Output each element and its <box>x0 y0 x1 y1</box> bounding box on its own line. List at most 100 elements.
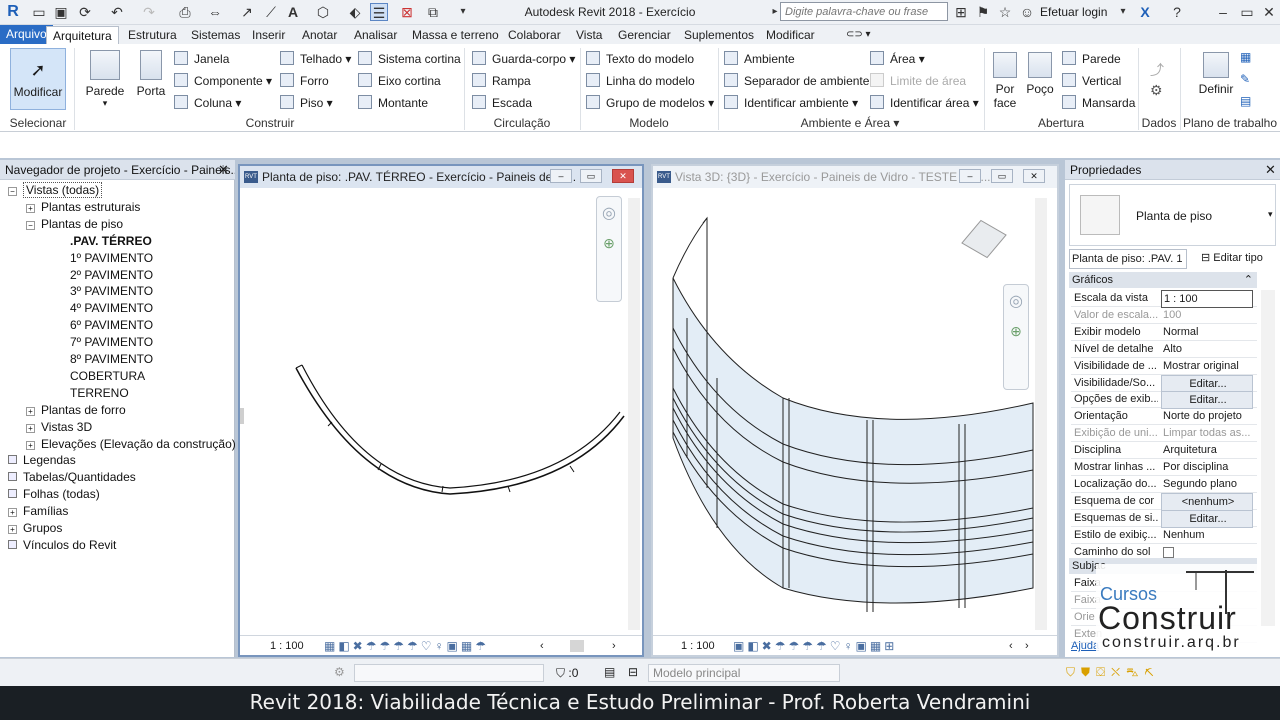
tab-arquitetura[interactable]: Arquitetura <box>46 26 119 44</box>
tree-item[interactable]: Legendas <box>8 452 76 469</box>
property-value[interactable]: Mostrar original <box>1161 358 1253 374</box>
search-input[interactable] <box>780 2 948 21</box>
property-value[interactable]: <nenhum> <box>1161 492 1253 511</box>
tab-arquivo[interactable]: Arquivo <box>0 25 53 44</box>
3d-vertical-scrollbar[interactable] <box>1035 198 1047 630</box>
wall-opening-button[interactable]: Parede <box>1062 49 1121 69</box>
property-row[interactable]: Localização do... Segundo plano <box>1071 476 1257 493</box>
zoom-icon[interactable]: ⊕ <box>1004 323 1028 340</box>
expand-icon[interactable]: + <box>26 406 35 416</box>
model-line-button[interactable]: Linha do modelo <box>586 71 695 91</box>
property-row[interactable]: Escala da vista 1 : 100 <box>1071 290 1257 308</box>
tree-item[interactable]: 2º PAVIMENTO <box>64 267 153 284</box>
tree-item[interactable]: Vínculos do Revit <box>8 537 116 554</box>
room-separator-button[interactable]: Separador de ambiente <box>724 71 869 91</box>
tab-colaborar[interactable]: Colaborar <box>502 26 567 44</box>
tab-estrutura[interactable]: Estrutura <box>122 26 183 44</box>
communication-center-icon[interactable]: ⚑ <box>974 3 992 21</box>
property-row[interactable]: Esquema de cor <nenhum> <box>1071 492 1257 511</box>
dimension-icon[interactable]: ↗ <box>238 3 256 21</box>
tree-item[interactable]: + Elevações (Elevação da construção) <box>26 436 236 453</box>
tab-modificar[interactable]: Modificar <box>760 26 821 44</box>
restore-icon[interactable]: ▭ <box>1238 3 1256 21</box>
plan-scroll-left-icon[interactable]: ‹ <box>540 636 544 656</box>
expand-icon[interactable]: + <box>8 525 17 534</box>
view-cube[interactable] <box>961 219 1007 260</box>
exchange-apps-icon[interactable]: X <box>1136 3 1154 21</box>
railing-button[interactable]: Guarda-corpo ▾ <box>472 49 575 69</box>
ribbon-options-icon[interactable]: ⊂⊃ ▾ <box>840 26 877 44</box>
plan-vertical-scrollbar[interactable] <box>628 198 640 630</box>
level-icon[interactable]: ⤴ <box>1150 60 1164 80</box>
property-row[interactable]: Visibilidade de ... Mostrar original <box>1071 358 1257 375</box>
viewer-icon[interactable]: ▤ <box>1240 94 1251 108</box>
area-boundary-button[interactable]: Limite de área <box>870 71 966 91</box>
tree-item[interactable]: Folhas (todas) <box>8 486 100 503</box>
3d-view-window[interactable]: RVT Vista 3D: {3D} - Exercício - Paineis… <box>651 164 1059 657</box>
property-row[interactable]: Nível de detalhe Alto <box>1071 341 1257 358</box>
properties-help-link[interactable]: Ajuda <box>1071 640 1099 652</box>
plan-view-controls-icon[interactable]: ▦◧✖☂☂☂☂♡♀▣▦☂ <box>324 636 489 656</box>
plan-close-icon[interactable]: ✕ <box>612 169 634 183</box>
plan-scale[interactable]: 1 : 100 <box>270 636 304 656</box>
binoculars-icon[interactable]: ⊞ <box>952 3 970 21</box>
tree-item[interactable]: + Famílias <box>8 503 68 520</box>
property-value[interactable]: 100 <box>1161 307 1253 323</box>
curtain-grid-button[interactable]: Eixo cortina <box>358 71 441 91</box>
collapse-icon[interactable]: − <box>26 220 35 230</box>
expand-icon[interactable]: + <box>8 508 17 518</box>
mullion-button[interactable]: Montante <box>358 93 428 113</box>
property-value[interactable]: 1 : 100 <box>1161 290 1253 308</box>
3d-scroll-left-icon[interactable]: ‹ <box>1009 636 1013 656</box>
property-value[interactable]: Limpar todas as... <box>1161 425 1253 441</box>
text-icon[interactable]: A <box>284 3 302 21</box>
room-area-panel-title[interactable]: Ambiente e Área ▾ <box>720 116 980 130</box>
property-row[interactable]: Opções de exib... Editar... <box>1071 391 1257 410</box>
edit-type-button[interactable]: ⊟ Editar tipo <box>1201 249 1263 269</box>
tab-analisar[interactable]: Analisar <box>348 26 403 44</box>
3d-minimize-icon[interactable]: – <box>959 169 981 183</box>
user-icon[interactable]: ☺ <box>1018 3 1036 21</box>
3d-view-icon[interactable]: ⬡ <box>314 3 332 21</box>
plan-minimize-icon[interactable]: – <box>550 169 572 183</box>
close-browser-icon[interactable]: ✕ <box>218 162 229 178</box>
tab-massa[interactable]: Massa e terreno <box>406 26 505 44</box>
tree-item[interactable]: − Plantas de piso <box>26 216 123 233</box>
tab-suplementos[interactable]: Suplementos <box>678 26 760 44</box>
ref-plane-icon[interactable]: ✎ <box>1240 72 1250 86</box>
property-row[interactable]: Orientação Norte do projeto <box>1071 408 1257 426</box>
redo-icon[interactable]: ↷ <box>140 3 158 21</box>
component-button[interactable]: Componente ▾ <box>174 71 272 91</box>
floor-button[interactable]: Piso ▾ <box>280 93 333 113</box>
property-value[interactable]: Normal <box>1161 324 1253 340</box>
property-value[interactable]: Arquitetura <box>1161 442 1253 458</box>
instance-selector[interactable]: Planta de piso: .PAV. 1 <box>1069 249 1187 269</box>
close-hidden-icon[interactable]: ⊠ <box>398 3 416 21</box>
tree-item[interactable]: + Grupos <box>8 520 62 537</box>
room-button[interactable]: Ambiente <box>724 49 795 69</box>
minimize-icon[interactable]: – <box>1214 3 1232 21</box>
collapse-icon[interactable]: ⌃ <box>1244 272 1253 288</box>
stair-button[interactable]: Escada <box>472 93 532 113</box>
tree-item[interactable]: 6º PAVIMENTO <box>64 317 153 334</box>
vertical-opening-button[interactable]: Vertical <box>1062 71 1121 91</box>
tree-item[interactable]: + Vistas 3D <box>26 419 92 436</box>
property-row[interactable]: Estilo de exibiç... Nenhum <box>1071 527 1257 544</box>
section-icon[interactable]: ⬖ <box>346 3 364 21</box>
tree-item[interactable]: − Vistas (todas) <box>8 182 103 199</box>
3d-navigation-bar[interactable]: ◎ ⊕ <box>1003 284 1029 390</box>
tab-sistemas[interactable]: Sistemas <box>185 26 246 44</box>
door-button[interactable]: Porta <box>134 50 168 98</box>
tab-vista[interactable]: Vista <box>570 26 608 44</box>
login-link[interactable]: Efetuar login <box>1040 5 1107 19</box>
property-value[interactable]: Nenhum <box>1161 527 1253 543</box>
plan-navigation-bar[interactable]: ◎ ⊕ <box>596 196 622 302</box>
tree-item[interactable]: 4º PAVIMENTO <box>64 300 153 317</box>
plan-left-scroll[interactable] <box>240 408 244 424</box>
property-value[interactable]: Editar... <box>1161 509 1253 528</box>
3d-scroll-right-icon[interactable]: › <box>1025 636 1029 656</box>
tree-item[interactable]: 8º PAVIMENTO <box>64 351 153 368</box>
window-button[interactable]: Janela <box>174 49 229 69</box>
roof-button[interactable]: Telhado ▾ <box>280 49 351 69</box>
sync-icon[interactable]: ⟳ <box>76 3 94 21</box>
